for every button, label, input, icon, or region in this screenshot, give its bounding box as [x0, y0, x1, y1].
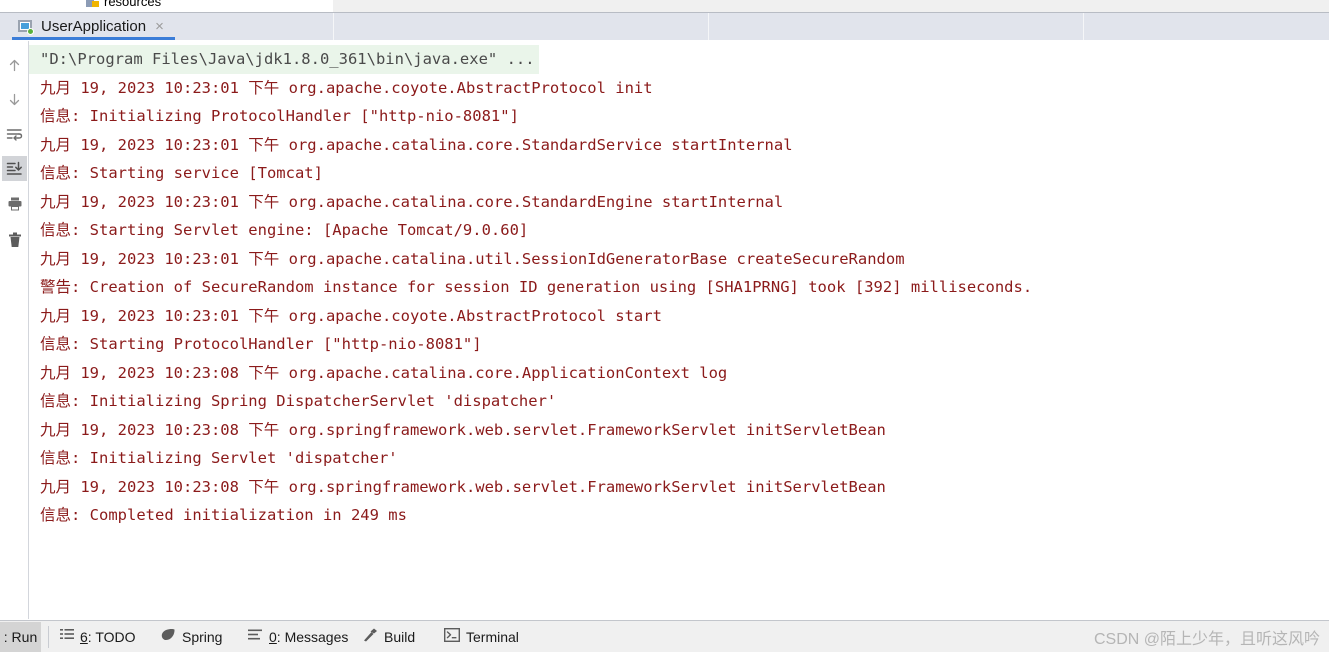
status-item-spring[interactable]: Spring: [160, 622, 222, 652]
up-arrow-icon[interactable]: [2, 53, 27, 78]
console-log-line: 信息: Starting Servlet engine: [Apache Tom…: [40, 221, 529, 239]
down-arrow-icon[interactable]: [2, 87, 27, 112]
idea-run-console-window: resources UserApplication × "D:\Program …: [0, 0, 1329, 657]
console-log-line: 信息: Starting ProtocolHandler ["http-nio-…: [40, 335, 482, 353]
console-log-line: 九月 19, 2023 10:23:01 下午 org.apache.coyot…: [40, 78, 653, 97]
terminal-icon: [443, 627, 461, 647]
status-tab-run[interactable]: : Run: [0, 622, 41, 652]
run-tool-window-tabbar: UserApplication ×: [0, 13, 1329, 40]
console-log-line: 九月 19, 2023 10:23:08 下午 org.springframew…: [40, 477, 886, 496]
status-item-spring-label: Spring: [182, 629, 223, 645]
status-item-build-label: Build: [384, 629, 416, 645]
console-log-line: 九月 19, 2023 10:23:08 下午 org.apache.catal…: [40, 363, 728, 382]
print-icon[interactable]: [2, 191, 27, 216]
console-log-line: 九月 19, 2023 10:23:01 下午 org.apache.catal…: [40, 192, 784, 211]
tree-item-label: resources: [104, 0, 162, 9]
console-log-line: 信息: Initializing ProtocolHandler ["http-…: [40, 107, 519, 125]
close-icon[interactable]: ×: [153, 19, 164, 34]
console-log-line: 九月 19, 2023 10:23:01 下午 org.apache.catal…: [40, 135, 793, 154]
spring-leaf-icon: [160, 628, 176, 647]
console-output[interactable]: "D:\Program Files\Java\jdk1.8.0_361\bin\…: [29, 41, 1329, 619]
todo-list-icon: [60, 628, 74, 646]
bottom-status-bar: : Run 6: TODO Spring 0: Messages Build T…: [0, 620, 1329, 652]
status-item-build[interactable]: Build: [362, 622, 415, 652]
console-command-line: "D:\Program Files\Java\jdk1.8.0_361\bin\…: [29, 45, 539, 74]
status-item-terminal-label: Terminal: [466, 629, 519, 645]
console-log-line: 九月 19, 2023 10:23:01 下午 org.apache.catal…: [40, 249, 905, 268]
trash-icon[interactable]: [2, 227, 27, 252]
project-tree-strip: resources: [0, 0, 333, 12]
scroll-to-end-icon[interactable]: [2, 156, 27, 181]
status-item-terminal[interactable]: Terminal: [443, 622, 519, 652]
folder-resources-icon: [86, 0, 100, 8]
tabbar-divider-1: [333, 13, 334, 40]
statusbar-separator: [48, 626, 49, 648]
status-item-todo-label: 6: TODO: [80, 629, 136, 645]
soft-wrap-icon[interactable]: [2, 122, 27, 147]
status-item-messages-label: 0: Messages: [269, 629, 349, 645]
run-configuration-icon: [18, 19, 34, 35]
tab-userapplication[interactable]: UserApplication ×: [12, 13, 172, 40]
status-item-todo-number: 6: [80, 629, 88, 645]
build-hammer-icon: [362, 628, 378, 647]
console-log-line: 信息: Initializing Servlet 'dispatcher': [40, 449, 398, 467]
status-item-todo[interactable]: 6: TODO: [60, 622, 136, 652]
console-log-lines: 九月 19, 2023 10:23:01 下午 org.apache.coyot…: [29, 74, 1329, 530]
csdn-watermark: CSDN @陌上少年，且听这风吟: [1093, 631, 1320, 648]
bottom-cutoff-strip: [0, 652, 1329, 657]
console-log-line: 警告: Creation of SecureRandom instance fo…: [40, 278, 1033, 296]
console-log-line: 九月 19, 2023 10:23:01 下午 org.apache.coyot…: [40, 306, 662, 325]
console-log-line: 信息: Starting service [Tomcat]: [40, 164, 323, 182]
status-item-messages[interactable]: 0: Messages: [248, 622, 348, 652]
status-item-messages-number: 0: [269, 629, 277, 645]
tab-selected-underline: [12, 37, 175, 40]
tree-item-resources[interactable]: resources: [86, 0, 161, 9]
console-log-line: 九月 19, 2023 10:23:08 下午 org.springframew…: [40, 420, 886, 439]
console-log-line: 信息: Completed initialization in 249 ms: [40, 506, 407, 524]
tab-label: UserApplication: [41, 18, 147, 35]
status-tab-run-label: : Run: [3, 629, 38, 645]
console-log-line: 信息: Initializing Spring DispatcherServle…: [40, 392, 557, 410]
messages-icon: [248, 628, 263, 646]
console-left-toolbar: [0, 41, 28, 619]
project-tree-strip-filler: [333, 0, 1329, 12]
tabbar-divider-2: [708, 13, 709, 40]
tabbar-divider-3: [1083, 13, 1084, 40]
